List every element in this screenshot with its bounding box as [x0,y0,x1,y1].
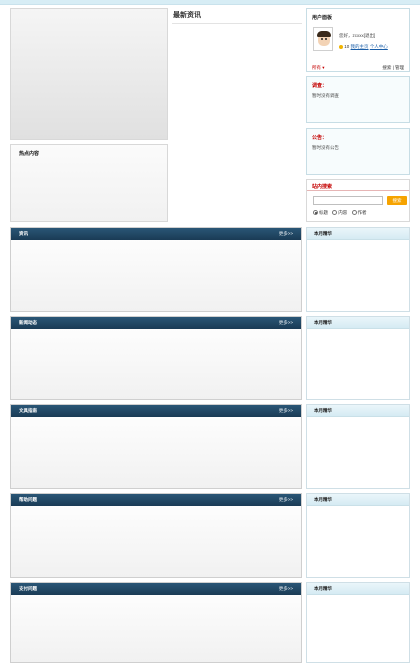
section-title: 新闻动态 [19,320,37,325]
avatar[interactable] [313,27,333,51]
section-header: 支付问题 更多>> [11,583,301,595]
section-panel: 帮助问题 更多>> [10,493,302,578]
hot-content-panel: 热点内容 [10,144,168,222]
survey-title: 调查： [312,83,328,89]
more-link[interactable]: 更多>> [279,320,293,326]
divider [307,190,409,191]
survey-panel: 调查： 暂时没有调查 [306,76,410,123]
monthly-highlights-title: 本月精华 [314,320,332,325]
section-header: 文具指南 更多>> [11,405,301,417]
section-panel: 支付问题 更多>> [10,582,302,663]
section-title: 支付问题 [19,586,37,591]
section-header: 资讯 更多>> [11,228,301,240]
user-panel-title: 用户面板 [312,15,333,21]
monthly-highlights-title: 本月精华 [314,586,332,591]
radio-icon[interactable] [351,210,357,216]
hot-content-title: 热点内容 [19,151,40,157]
survey-body: 暂时没有调查 [312,93,339,98]
section-title: 文具指南 [19,408,37,413]
section-title: 帮助问题 [19,497,37,502]
search-input[interactable] [313,196,383,205]
user-panel: 用户面板 您好，zcxxx[退出] 10 我的主页 个人中心 所有 ▾ 搜索 |… [306,8,410,72]
monthly-highlights-panel: 本月精华 [306,227,410,312]
monthly-highlights-panel: 本月精华 [306,316,410,400]
section-panel: 新闻动态 更多>> [10,316,302,400]
radio-selected-icon[interactable] [313,210,318,216]
more-link[interactable]: 更多>> [279,586,293,592]
notice-panel: 公告： 暂时没有公告 [306,128,410,175]
section-title: 资讯 [19,231,28,236]
section-header: 新闻动态 更多>> [11,317,301,329]
search-option-content[interactable]: 内容 [332,210,347,216]
chevron-down-icon: ▾ [322,65,325,70]
notice-title: 公告： [312,135,328,141]
search-option-author[interactable]: 作者 [351,210,367,216]
more-link[interactable]: 更多>> [279,231,293,237]
friends-dropdown[interactable]: 所有 ▾ [312,65,325,71]
monthly-highlights-panel: 本月精华 [306,493,410,578]
more-link[interactable]: 更多>> [279,408,293,414]
personal-center-link[interactable]: 个人中心 [370,44,388,49]
my-home-link[interactable]: 我的主页 [351,44,369,49]
monthly-highlights-panel: 本月精华 [306,582,410,663]
more-link[interactable]: 更多>> [279,497,293,503]
featured-image[interactable] [10,8,168,140]
search-button[interactable]: 搜索 [387,196,407,205]
monthly-highlights-title: 本月精华 [314,408,332,413]
user-tools-links[interactable]: 搜索 | 管理 [382,65,404,71]
section-header: 帮助问题 更多>> [11,494,301,506]
top-bar [0,0,420,5]
site-search-panel: 站内搜索 搜索 标题 内容 作者 [306,179,410,222]
coin-icon [339,44,343,49]
latest-news-title: 最新资讯 [172,8,302,24]
coin-count: 10 [344,44,350,49]
latest-news-panel: 最新资讯 [172,8,302,222]
notice-body: 暂时没有公告 [312,145,339,150]
friends-label: 所有 [312,65,321,70]
section-panel: 资讯 更多>> [10,227,302,312]
site-search-title: 站内搜索 [312,184,333,190]
radio-icon[interactable] [332,210,338,216]
monthly-highlights-title: 本月精华 [314,231,332,236]
section-panel: 文具指南 更多>> [10,404,302,489]
monthly-highlights-panel: 本月精华 [306,404,410,489]
search-scope-options: 标题 内容 作者 [313,210,370,216]
search-option-title[interactable]: 标题 [313,210,328,216]
monthly-highlights-title: 本月精华 [314,497,332,502]
user-links: 10 我的主页 个人中心 [339,44,388,50]
user-greeting[interactable]: 您好，zcxxx[退出] [339,33,375,39]
